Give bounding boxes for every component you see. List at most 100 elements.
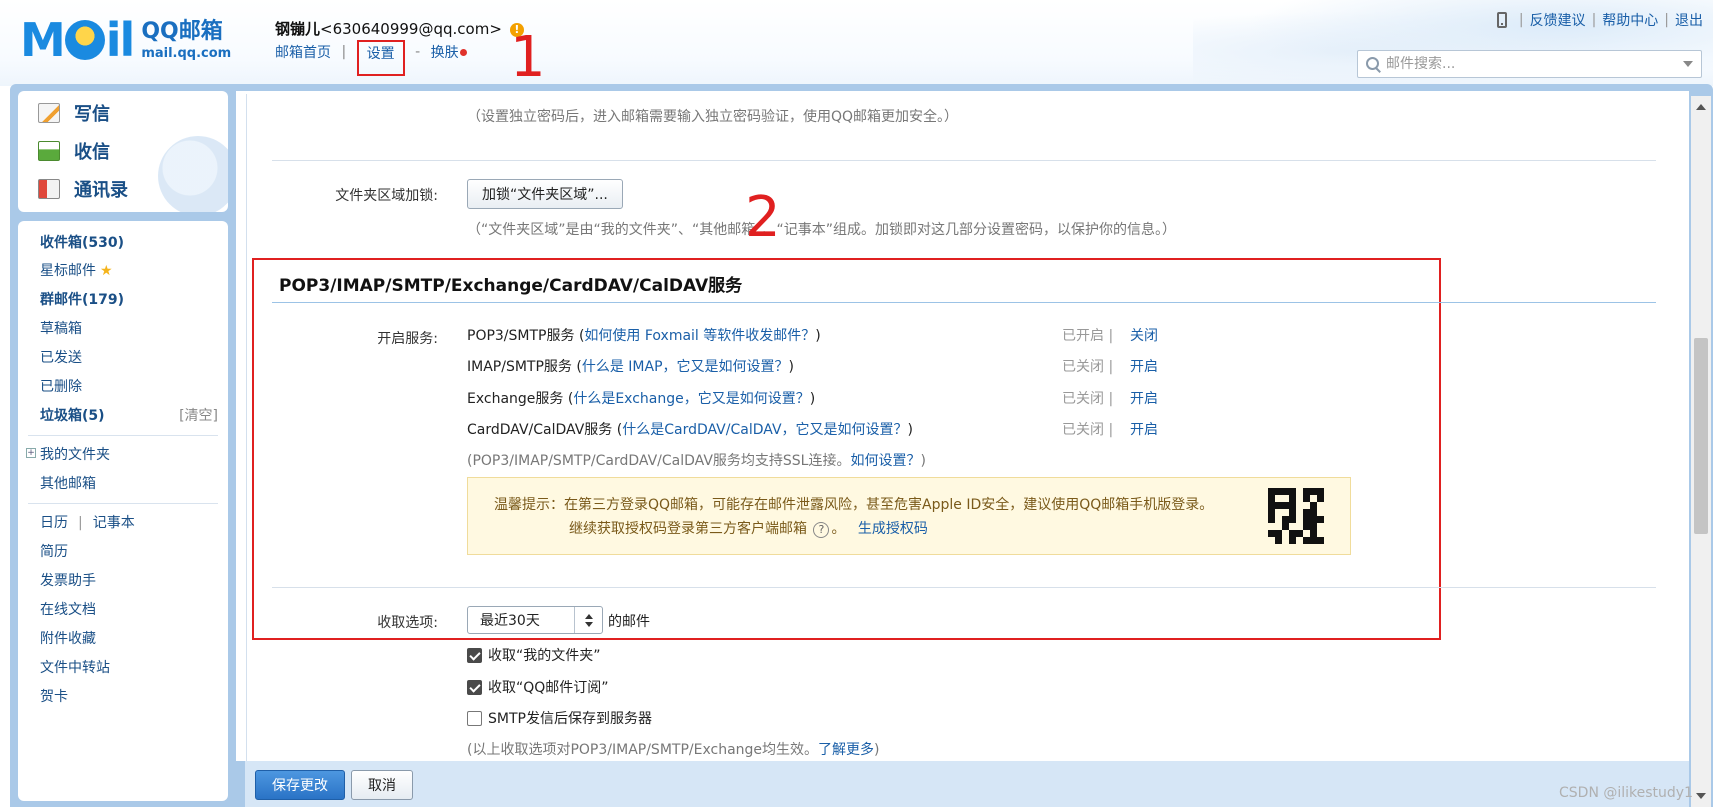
qr-code-icon[interactable] <box>1268 488 1324 544</box>
logo[interactable]: Mil QQ邮箱 mail.qq.com <box>20 16 231 64</box>
app-resume[interactable]: 简历 <box>40 541 68 561</box>
service-carddav: CardDAV/CalDAV服务 (什么是CardDAV/CalDAV，它又是如… <box>467 419 913 439</box>
receive-hint-text: (以上收取选项对POP3/IMAP/SMTP/Exchange均生效。 <box>467 742 819 758</box>
nav-home[interactable]: 邮箱首页 <box>275 45 331 61</box>
user-email: <630640999@qq.com> <box>320 20 502 38</box>
ssl-hint-text: (POP3/IMAP/SMTP/CardDAV/CalDAV服务均支持SSL连接… <box>467 453 851 469</box>
service-help-link[interactable]: 什么是 IMAP，它又是如何设置？ <box>582 359 789 375</box>
tip-line-2: 继续获取授权码登录第三方客户端邮箱 ?。 生成授权码 <box>569 518 928 538</box>
highlight-box <box>252 258 1441 640</box>
service-name: CardDAV/CalDAV服务 ( <box>467 422 623 438</box>
exchange-toggle-link[interactable]: 开启 <box>1130 388 1158 408</box>
service-name: IMAP/SMTP服务 ( <box>467 359 582 375</box>
folder-inbox[interactable]: 收件箱(530) <box>40 232 124 252</box>
service-exchange: Exchange服务 (什么是Exchange，它又是如何设置？) <box>467 388 815 408</box>
app-cards[interactable]: 贺卡 <box>40 686 68 706</box>
folder-spam[interactable]: 垃圾箱(5) <box>40 405 105 425</box>
receive-range-select[interactable]: 最近30天 <box>467 606 603 634</box>
generate-auth-code-link[interactable]: 生成授权码 <box>858 521 928 537</box>
separator: | <box>1518 12 1524 28</box>
new-dot-icon <box>459 48 467 56</box>
folder-sent[interactable]: 已发送 <box>40 347 82 367</box>
app-calendar-notes: 日历 | 记事本 <box>40 512 135 532</box>
service-close: ) <box>788 359 794 375</box>
folder-deleted[interactable]: 已删除 <box>40 376 82 396</box>
checkbox-label: 收取“QQ邮件订阅” <box>488 680 609 696</box>
scrollbar[interactable] <box>1691 96 1711 807</box>
folder-my-folders[interactable]: 我的文件夹 <box>40 444 110 464</box>
compose-button[interactable]: 写信 <box>18 94 228 132</box>
receive-icon <box>38 141 60 161</box>
action-bar <box>245 761 1689 807</box>
annotation-1: 1 <box>510 25 546 90</box>
cancel-button[interactable]: 取消 <box>351 770 413 800</box>
service-help-link[interactable]: 什么是CardDAV/CalDAV，它又是如何设置？ <box>622 422 907 438</box>
phone-icon[interactable] <box>1496 12 1507 28</box>
stepper-icon[interactable] <box>574 607 602 633</box>
divider <box>28 503 218 504</box>
folder-group[interactable]: 群邮件(179) <box>40 289 124 309</box>
folder-lock-label: 文件夹区域加锁: <box>335 188 438 204</box>
receive-button[interactable]: 收信 <box>18 132 228 170</box>
app-invoice[interactable]: 发票助手 <box>40 570 96 590</box>
top-right-links: | 反馈建议 | 帮助中心 | 退出 <box>1496 10 1703 30</box>
checkbox-checked-icon[interactable] <box>467 679 482 695</box>
checkbox-my-folders[interactable]: 收取“我的文件夹” <box>467 645 601 665</box>
nav-settings[interactable]: 设置 <box>367 46 395 62</box>
receive-hint: (以上收取选项对POP3/IMAP/SMTP/Exchange均生效。了解更多) <box>467 739 880 759</box>
service-help-link[interactable]: 如何使用 Foxmail 等软件收发邮件？ <box>584 328 815 344</box>
help-icon[interactable]: ? <box>813 522 830 538</box>
save-button[interactable]: 保存更改 <box>255 770 345 800</box>
checkbox-smtp-save[interactable]: SMTP发信后保存到服务器 <box>467 708 652 728</box>
help-link[interactable]: 帮助中心 <box>1602 10 1658 30</box>
app-calendar[interactable]: 日历 <box>40 515 68 531</box>
folder-other-mailbox[interactable]: 其他邮箱 <box>40 473 96 493</box>
contacts-button[interactable]: 通讯录 <box>18 170 228 208</box>
receive-hint-close: ) <box>874 742 880 758</box>
divider <box>272 160 1656 161</box>
imap-toggle-link[interactable]: 开启 <box>1130 356 1158 376</box>
tip-line-2-text: 继续获取授权码登录第三方客户端邮箱 <box>569 521 807 537</box>
service-pop3: POP3/SMTP服务 (如何使用 Foxmail 等软件收发邮件？) <box>467 325 821 345</box>
folder-drafts[interactable]: 草稿箱 <box>40 318 82 338</box>
logo-mark: Mil <box>20 13 135 67</box>
app-transfer[interactable]: 文件中转站 <box>40 657 110 677</box>
watermark: CSDN @ilikestudy1 <box>1559 785 1693 801</box>
checkbox-qq-subscription[interactable]: 收取“QQ邮件订阅” <box>467 677 609 697</box>
service-status: 已开启 | <box>1062 328 1114 344</box>
ssl-hint: (POP3/IMAP/SMTP/CardDAV/CalDAV服务均支持SSL连接… <box>467 450 926 470</box>
logo-brand: QQ邮箱 <box>141 18 223 44</box>
folder-list: 收件箱(530) 星标邮件 ★ 群邮件(179) 草稿箱 已发送 已删除 垃圾箱(… <box>18 221 228 801</box>
expand-icon[interactable]: + <box>26 448 36 458</box>
nav-skin[interactable]: 换肤 <box>431 45 459 61</box>
ssl-help-link[interactable]: 如何设置？ <box>850 453 920 469</box>
feedback-link[interactable]: 反馈建议 <box>1530 10 1586 30</box>
receive-suffix: 的邮件 <box>608 614 650 630</box>
chevron-down-icon[interactable] <box>1683 61 1693 67</box>
folder-lock-button[interactable]: 加锁“文件夹区域”... <box>467 179 623 209</box>
folder-starred[interactable]: 星标邮件 ★ <box>40 260 113 280</box>
pop3-toggle-link[interactable]: 关闭 <box>1130 325 1158 345</box>
learn-more-link[interactable]: 了解更多 <box>818 742 874 758</box>
app-docs[interactable]: 在线文档 <box>40 599 96 619</box>
receive-options-label: 收取选项: <box>377 615 438 631</box>
nav-separator: | <box>341 44 347 60</box>
security-tip: 温馨提示：在第三方登录QQ邮箱，可能存在邮件泄露风险，甚至危害Apple ID安… <box>467 477 1351 555</box>
service-help-link[interactable]: 什么是Exchange，它又是如何设置？ <box>573 391 809 407</box>
logout-link[interactable]: 退出 <box>1675 10 1703 30</box>
app-notes[interactable]: 记事本 <box>93 515 135 531</box>
checkbox-checked-icon[interactable] <box>467 647 482 663</box>
scroll-up-icon[interactable] <box>1696 104 1706 110</box>
checkbox-unchecked-icon[interactable] <box>467 710 482 726</box>
carddav-toggle-link[interactable]: 开启 <box>1130 419 1158 439</box>
compose-label: 写信 <box>74 104 110 125</box>
mail-search[interactable] <box>1357 50 1702 78</box>
header: Mil QQ邮箱 mail.qq.com 钢镚儿<630640999@qq.co… <box>0 0 1713 86</box>
search-input[interactable] <box>1386 56 1683 72</box>
scroll-down-icon[interactable] <box>1696 793 1706 799</box>
service-name: Exchange服务 ( <box>467 391 574 407</box>
clear-spam-link[interactable]: [清空] <box>179 405 218 425</box>
app-attachments[interactable]: 附件收藏 <box>40 628 96 648</box>
scrollbar-thumb[interactable] <box>1694 338 1708 534</box>
service-name: POP3/SMTP服务 ( <box>467 328 585 344</box>
